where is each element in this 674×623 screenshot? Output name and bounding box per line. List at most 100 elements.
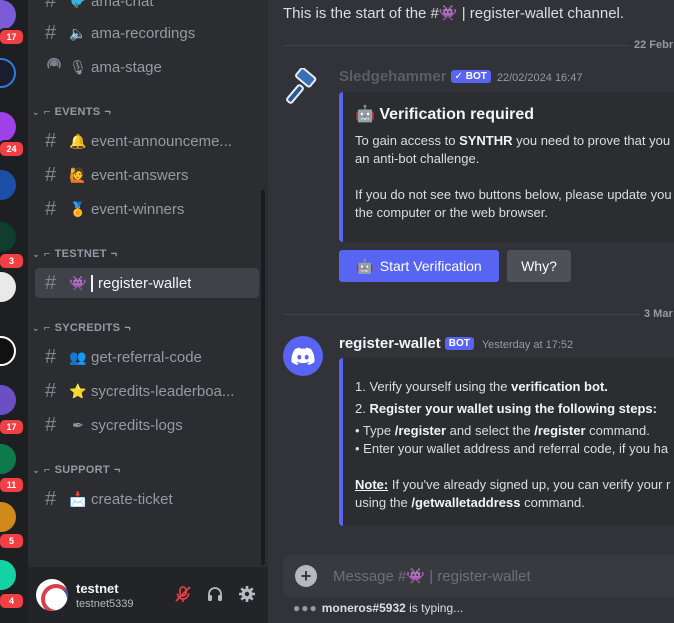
category-label: TESTNET <box>54 248 107 260</box>
message-composer[interactable]: + Message #👾 | register-wallet <box>283 555 674 597</box>
channel-label: sycredits-logs <box>91 416 183 434</box>
hash-icon: # <box>45 413 57 436</box>
server-icon[interactable] <box>0 112 16 142</box>
embed-line: • Enter your wallet address and referral… <box>355 441 669 456</box>
date-divider-label: 22 Febr <box>630 39 674 51</box>
channel-label: ama-recordings <box>91 24 196 42</box>
server-badge: 5 <box>0 532 25 550</box>
server-icon[interactable] <box>0 170 16 200</box>
robot-icon: 🤖 <box>356 257 374 274</box>
server-icon[interactable] <box>0 0 16 30</box>
chevron-down-icon: ⌄ <box>32 248 40 259</box>
category-label: EVENTS <box>54 106 101 118</box>
chevron-down-icon: ⌄ <box>32 464 40 475</box>
hammer-icon <box>286 67 317 104</box>
channel-ama-stage[interactable]: 🎙 ama-stage <box>35 52 259 82</box>
server-badge: 4 <box>0 592 25 610</box>
server-icon[interactable] <box>0 222 16 252</box>
gear-icon[interactable] <box>238 585 256 608</box>
timestamp: Yesterday at 17:52 <box>481 339 574 351</box>
channel-emoji: 👾 <box>69 274 87 291</box>
server-icon[interactable] <box>0 385 16 415</box>
channel-label: ama-chat <box>91 0 154 10</box>
channel-label: event-answers <box>91 166 189 184</box>
avatar[interactable] <box>36 579 68 611</box>
start-verification-button[interactable]: 🤖 Start Verification <box>339 250 499 282</box>
hash-icon: # <box>45 345 57 368</box>
verification-embed: 🤖 Verification required To gain access t… <box>339 92 674 242</box>
channel-event-winners[interactable]: # 🏅 event-winners <box>35 194 259 224</box>
hash-icon: # <box>45 197 57 220</box>
channel-sycredits-leaderboard[interactable]: # ⭐ sycredits-leaderboa... <box>35 376 259 406</box>
chat-area: This is the start of the #👾 | register-w… <box>268 0 674 623</box>
channel-event-answers[interactable]: # 🙋 event-answers <box>35 160 259 190</box>
instructions-embed: 1. Verify yourself using the verificatio… <box>339 358 674 526</box>
server-icon[interactable] <box>0 58 16 88</box>
hash-icon: # <box>45 129 57 152</box>
server-badge: 17 <box>0 28 25 46</box>
why-button[interactable]: Why? <box>507 250 571 282</box>
category-sycredits[interactable]: ⌄ ⌐ SYCREDITS ¬ <box>32 322 131 334</box>
message-author[interactable]: Sledgehammer ✓ BOT 22/02/2024 16:47 <box>339 68 582 85</box>
bot-badge: BOT <box>444 337 474 350</box>
channel-emoji: ⭐ <box>69 382 87 399</box>
channel-create-ticket[interactable]: # 📩 create-ticket <box>35 484 259 514</box>
channel-emoji: 🎙 <box>69 58 87 75</box>
embed-line: using the /getwalletaddress command. <box>355 495 585 510</box>
embed-line: • Type /register and select the /registe… <box>355 423 650 438</box>
embed-line: 1. Verify yourself using the verificatio… <box>355 379 608 394</box>
author-name: register-wallet <box>339 335 441 352</box>
embed-line: To gain access to SYNTHR you need to pro… <box>355 133 671 148</box>
username: testnet <box>76 580 119 596</box>
discord-icon <box>291 347 315 365</box>
headphones-icon[interactable] <box>206 585 224 608</box>
channel-emoji: 🙋 <box>69 166 87 183</box>
hash-icon: # <box>45 379 57 402</box>
server-icon[interactable] <box>0 336 16 366</box>
channel-emoji: ✒ <box>72 416 84 433</box>
hash-icon: # <box>45 0 57 12</box>
channel-event-announcements[interactable]: # 🔔 event-announceme... <box>35 126 259 156</box>
bot-badge: ✓ BOT <box>450 70 491 83</box>
mic-muted-icon[interactable] <box>174 585 192 608</box>
user-info[interactable]: testnet testnet5339 <box>76 581 134 610</box>
category-events[interactable]: ⌄ ⌐ EVENTS ¬ <box>32 106 111 118</box>
server-icon[interactable] <box>0 502 16 532</box>
avatar[interactable] <box>283 336 323 376</box>
hash-icon: # <box>45 271 57 294</box>
channel-emoji: 🔔 <box>69 132 87 149</box>
sidebar-scrollbar[interactable] <box>261 190 265 565</box>
embed-line: Note: If you've already signed up, you c… <box>355 477 671 492</box>
channel-get-referral-code[interactable]: # 👥 get-referral-code <box>35 342 259 372</box>
message-input[interactable]: Message #👾 | register-wallet <box>333 567 531 585</box>
channel-emoji: 📩 <box>69 490 87 507</box>
channel-emoji: 🏅 <box>69 200 87 217</box>
category-label: SUPPORT <box>54 464 110 476</box>
category-support[interactable]: ⌄ ⌐ SUPPORT ¬ <box>32 464 121 476</box>
server-icon[interactable] <box>0 560 16 590</box>
typing-indicator: ●●● moneros#5932 is typing... <box>293 601 464 615</box>
category-label: SYCREDITS <box>54 322 121 334</box>
category-testnet[interactable]: ⌄ ⌐ TESTNET ¬ <box>32 248 118 260</box>
author-name: Sledgehammer <box>339 68 447 85</box>
channel-sycredits-logs[interactable]: # ✒ sycredits-logs <box>35 410 259 440</box>
avatar[interactable] <box>283 67 323 108</box>
typing-dots-icon: ●●● <box>293 601 318 615</box>
server-icon[interactable] <box>0 444 16 474</box>
channel-label: event-announceme... <box>91 132 232 150</box>
channel-ama-chat[interactable]: # 🐦 ama-chat <box>35 0 259 16</box>
channel-label: event-winners <box>91 200 185 218</box>
channel-ama-recordings[interactable]: # 🔈 ama-recordings <box>35 18 259 48</box>
plus-icon[interactable]: + <box>295 565 317 587</box>
embed-line: 2. Register your wallet using the follow… <box>355 401 657 416</box>
channel-register-wallet[interactable]: # 👾 register-wallet <box>35 268 259 298</box>
date-divider <box>283 45 674 46</box>
server-icon[interactable] <box>0 272 16 302</box>
date-divider <box>283 314 674 315</box>
channel-label: register-wallet <box>91 274 191 292</box>
message-author[interactable]: register-wallet BOT Yesterday at 17:52 <box>339 335 573 352</box>
server-rail: 17 24 3 17 11 5 4 <box>0 0 28 623</box>
server-badge: 3 <box>0 252 25 270</box>
embed-line: an anti-bot challenge. <box>355 151 480 166</box>
embed-line: If you do not see two buttons below, ple… <box>355 187 672 202</box>
